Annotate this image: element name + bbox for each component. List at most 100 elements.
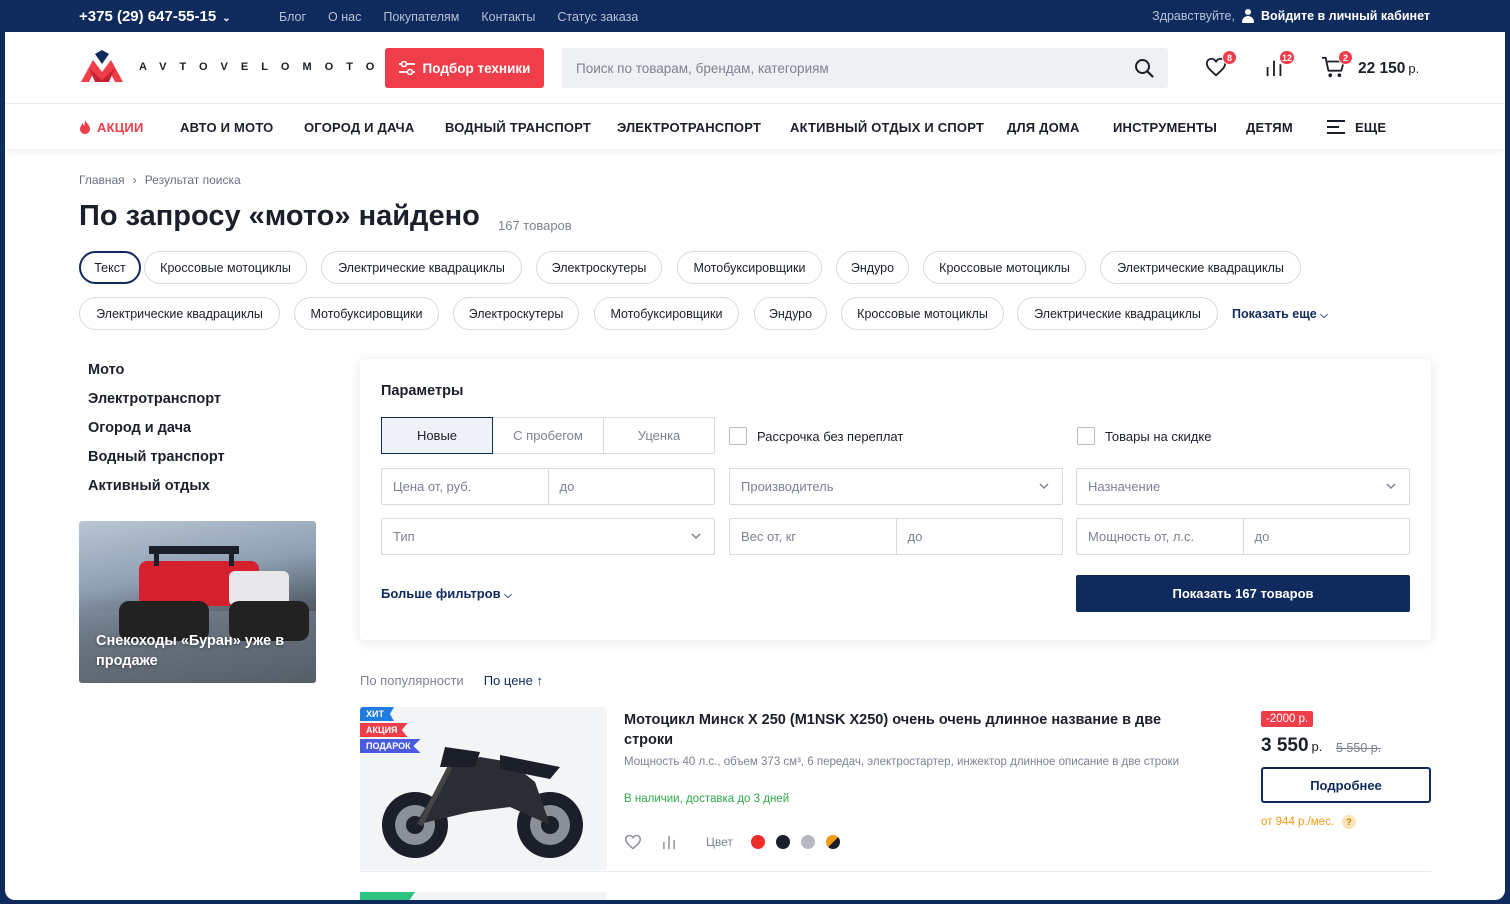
weight-to-input[interactable]: до [895,519,1063,554]
login-link[interactable]: Войдите в личный кабинет [1261,9,1430,23]
help-icon[interactable]: ? [1342,815,1357,829]
heart-icon[interactable] [624,834,642,850]
product-price: 3 550 р. [1261,735,1322,757]
show-results-button[interactable]: Показать 167 товаров [1076,575,1410,612]
chip[interactable]: Эндуро [836,251,909,284]
search-icon[interactable] [1134,58,1154,78]
chip[interactable]: Мотобуксировщики [677,251,822,284]
nav-item-promo[interactable]: АКЦИИ [79,120,144,135]
sort-price[interactable]: По цене ↑ [484,673,543,688]
chip[interactable]: Электрические квадрациклы [1017,297,1218,330]
tag-sale: АКЦИЯ [360,723,408,737]
nav-item-tools[interactable]: ИНСТРУМЕНТЫ [1113,120,1217,135]
weight-from-input[interactable]: Вес от, кг [730,519,896,554]
top-link-contacts[interactable]: Контакты [481,10,535,24]
condition-used[interactable]: С пробегом [493,418,604,453]
chip[interactable]: Кроссовые мотоциклы [923,251,1086,284]
discount-checkbox[interactable]: Товары на скидке [1077,427,1211,445]
chip[interactable]: Кроссовые мотоциклы [841,297,1004,330]
nav-item-active-rest[interactable]: АКТИВНЫЙ ОТДЫХ И СПОРТ [790,120,984,135]
breadcrumb-home[interactable]: Главная [79,173,125,187]
more-filters-button[interactable]: Больше фильтров ⌵ [381,586,512,601]
checkbox-box[interactable] [1077,427,1095,445]
top-link-order-status[interactable]: Статус заказа [557,10,638,24]
color-swatch-gray[interactable] [800,835,815,849]
nav-item-water[interactable]: ВОДНЫЙ ТРАНСПОРТ [445,120,591,135]
fire-icon [80,120,90,134]
chip[interactable]: Электрические квадрациклы [1100,251,1301,284]
purpose-select[interactable]: Назначение [1076,468,1410,505]
category-item[interactable]: Мото [88,362,225,391]
chip[interactable]: Электрические квадрациклы [321,251,522,284]
chip-text[interactable]: Текст [79,251,141,284]
top-link-customers[interactable]: Покупателям [383,10,459,24]
installment-checkbox[interactable]: Рассрочка без переплат [729,427,903,445]
color-swatch-orange-black[interactable] [825,835,840,849]
power-to-input[interactable]: до [1242,519,1410,554]
cart-count-badge: 2 [1338,50,1353,65]
chip[interactable]: Электроскутеры [453,297,579,330]
tag-gift: ПОДАРОК [360,739,421,753]
price-from-input[interactable]: Цена от, руб. [382,469,548,504]
chip[interactable]: Электрические квадрациклы [79,297,280,330]
chip[interactable]: Мотобуксировщики [294,297,439,330]
category-item[interactable]: Водный транспорт [88,449,225,478]
cart-total-amount: 22 150 [1358,60,1406,77]
condition-markdown[interactable]: Уценка [604,418,714,453]
product-stock: В наличии, доставка до 3 дней [624,793,790,805]
checkbox-box[interactable] [729,427,747,445]
top-link-about[interactable]: О нас [328,10,361,24]
color-swatch-black[interactable] [775,835,790,849]
nav-item-electro[interactable]: ЭЛЕКТРОТРАНСПОРТ [617,120,761,135]
logo[interactable]: AVTOVELOMOTO [79,50,387,84]
show-more-chips-button[interactable]: Показать еще ⌵ [1232,307,1328,321]
phone-dropdown[interactable]: +375 (29) 647-55-15 ⌄ [79,8,231,25]
nav-item-auto-moto[interactable]: АВТО И МОТО [180,120,273,135]
chip[interactable]: Мотобуксировщики [594,297,739,330]
breadcrumb: Главная › Результат поиска [79,173,241,187]
product-image[interactable]: ХИТ АКЦИЯ ПОДАРОК [360,707,607,870]
credit-text[interactable]: от 944 р./мес. [1261,816,1334,828]
pick-equipment-button[interactable]: Подбор техники [385,48,544,88]
category-item[interactable]: Активный отдых [88,478,225,507]
user-icon [1241,9,1255,23]
manufacturer-select[interactable]: Производитель [729,468,1063,505]
chip[interactable]: Кроссовые мотоциклы [144,251,307,284]
top-links: Блог О нас Покупателям Контакты Статус з… [279,10,638,24]
condition-toggle: Новые С пробегом Уценка [381,417,715,454]
top-link-blog[interactable]: Блог [279,10,306,24]
condition-new[interactable]: Новые [381,417,493,454]
color-swatch-red[interactable] [750,835,765,849]
cart-total[interactable]: 22 150 р. [1358,60,1419,78]
sort-price-label: По цене [483,673,533,688]
pick-equipment-label: Подбор техники [422,60,531,76]
purpose-placeholder: Назначение [1088,479,1161,494]
compare-bars-icon[interactable] [660,834,678,850]
sort-bar: По популярности По цене ↑ [360,673,543,688]
compare-button[interactable]: 12 [1263,50,1295,82]
chip[interactable]: Эндуро [754,297,827,330]
chip[interactable]: Электроскутеры [536,251,662,284]
category-item[interactable]: Огород и дача [88,420,225,449]
nav-item-more[interactable]: ЕЩЕ [1327,120,1386,135]
tag-hit: ХИТ [360,707,394,721]
nav-item-garden[interactable]: ОГОРОД И ДАЧА [304,120,414,135]
nav-item-kids[interactable]: ДЕТЯМ [1246,120,1293,135]
chevron-down-icon: ⌵ [504,590,512,601]
menu-icon [1327,120,1345,134]
product-name[interactable]: Мотоцикл Минск X 250 (M1NSK X250) очень … [624,710,1204,750]
search-input[interactable] [562,48,1122,88]
promo-banner[interactable]: Снекоходы «Буран» уже в продаже [79,521,316,683]
nav-item-home[interactable]: ДЛЯ ДОМА [1007,120,1080,135]
show-more-label: Показать еще [1232,307,1317,321]
top-bar: +375 (29) 647-55-15 ⌄ Блог О нас Покупате… [0,0,1510,32]
type-select[interactable]: Тип [381,518,715,555]
sort-popularity[interactable]: По популярности [360,673,464,688]
favorites-button[interactable]: 8 [1205,50,1237,82]
product-price-value: 3 550 [1261,735,1309,756]
details-button[interactable]: Подробнее [1261,767,1431,803]
price-to-input[interactable]: до [547,469,715,504]
category-item[interactable]: Электротранспорт [88,391,225,420]
cart-button[interactable]: 2 [1321,50,1353,82]
power-from-input[interactable]: Мощность от, л.с. [1077,519,1243,554]
